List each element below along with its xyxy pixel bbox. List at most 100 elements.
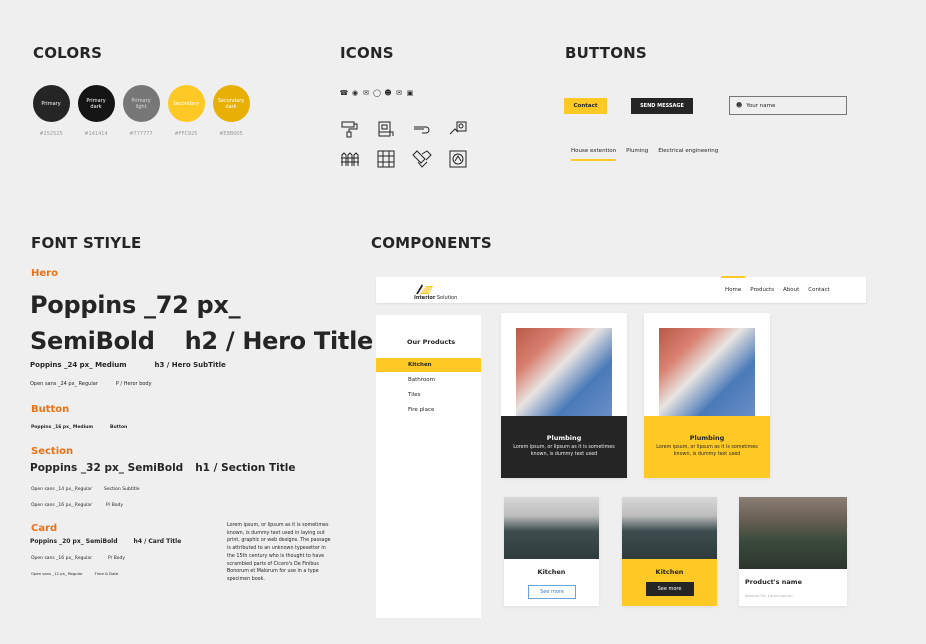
font-style-title: FONT STIYLE — [31, 234, 142, 252]
sidebar-item-label: Kitchen — [408, 362, 432, 368]
section-body-tag: P/ Body — [106, 503, 124, 508]
hero-sub-tag: h3 / Hero SubTitle — [154, 361, 226, 369]
name-input[interactable]: ☻ Your name — [729, 96, 847, 115]
section-sub-spec: Open sans _14 px_ Regular — [31, 487, 93, 492]
hero-body-row: Open sans _24 px_ Regular P / Heror body — [30, 381, 152, 387]
nav-menu: Home Products About Contact — [725, 287, 830, 293]
tab-active-indicator — [571, 159, 616, 161]
nav-products[interactable]: Products — [750, 287, 774, 293]
card-body-row: Open sans _16 px_ Regular P/ Body — [31, 556, 125, 561]
tab-label: House extention — [571, 148, 617, 154]
hero-sub-spec: Poppins _24 px_ Medium — [30, 361, 127, 369]
card-small-spec: Open sans _12 px_ Regular — [31, 571, 83, 576]
sidebar-item-fire-place[interactable]: Fire place — [408, 407, 434, 413]
product-image — [739, 497, 847, 569]
plumbing-image — [516, 328, 612, 416]
button-style-label: Button — [31, 404, 70, 415]
user-icon: ☻ — [736, 102, 743, 109]
section-style-row: Poppins _32 px_ SemiBold h1 / Section Ti… — [30, 462, 296, 474]
product-meta: Aenean.Sit. Lorem.ipsum — [745, 593, 793, 598]
card-style-label: Card — [31, 523, 58, 534]
logo-text: Interior Solution — [414, 295, 457, 301]
icons-title: ICONS — [340, 44, 394, 62]
nav-home[interactable]: Home — [725, 287, 741, 293]
swatch-label-2: dark — [225, 103, 237, 110]
card-text: Lorem ipsum, or lipsum as it is sometime… — [656, 445, 758, 457]
kitchen-card-white[interactable]: Kitchen See more — [504, 497, 599, 606]
swatch-primary-dark: Primary dark #141414 — [76, 85, 116, 137]
card-small-tag: Time & Date — [94, 571, 119, 576]
nav-contact[interactable]: Contact — [808, 287, 829, 293]
user-icon: ☻ — [384, 89, 392, 97]
card-body-tag: P/ Body — [108, 556, 126, 561]
see-more-button[interactable]: See more — [645, 582, 694, 596]
tabs-row: House extention Pluming Electrical engin… — [571, 148, 718, 161]
card-footer: Kitchen See more — [622, 559, 717, 606]
lorem-paragraph: Lorem ipsum, or lipsum as it is sometime… — [227, 523, 331, 582]
card-style-tag: h4 / Card Title — [133, 538, 182, 545]
card-title: Kitchen — [655, 568, 684, 576]
swatch-primary: Primary #252525 — [31, 85, 71, 137]
section-subtitle-row: Open sans _14 px_ Regular Section Subtit… — [31, 487, 140, 492]
hero-label: Hero — [31, 268, 58, 279]
swatch-hex: #E8B005 — [219, 131, 243, 137]
tiles-icon — [377, 150, 395, 168]
card-style-row: Poppins _20 px_ SemiBold h4 / Card Title — [30, 538, 181, 545]
section-sub-tag: Section Subtitle — [104, 487, 140, 492]
button-style-spec: Poppins _16 px_ Medium — [31, 425, 94, 430]
kitchen-card-yellow[interactable]: Kitchen See more — [622, 497, 717, 606]
product-name: Product's name — [745, 578, 802, 586]
swatch-hex: #FFC925 — [174, 131, 198, 137]
products-sidebar: Our Products Kitchen Bathroom Tiles Fire… — [376, 315, 481, 618]
kitchen-image — [504, 497, 599, 559]
swatch-label-2: dark — [90, 103, 102, 110]
swatch-label: Primary — [41, 100, 61, 107]
send-message-button[interactable]: SEND MESSAGE — [631, 98, 693, 114]
tab-pluming[interactable]: Pluming — [626, 148, 648, 161]
fireplace-icon — [449, 150, 467, 168]
swatch-circle: Secondary — [167, 85, 205, 122]
section-body-spec: Open sans _16 px_ Regular — [31, 503, 93, 508]
section-style-tag: h1 / Section Title — [195, 462, 296, 474]
swatch-label: Secondary — [172, 100, 200, 107]
swatch-circle: Primary dark — [77, 85, 115, 122]
hero-tag: h2 / Hero Title — [184, 327, 374, 355]
plumbing-card-dark[interactable]: Plumbing Lorem ipsum, or lipsum as it is… — [501, 313, 627, 478]
see-more-button[interactable]: See more — [528, 585, 576, 599]
paint-roller-icon — [341, 121, 358, 138]
card-footer: Plumbing Lorem ipsum, or lipsum as it is… — [501, 416, 627, 478]
location-icon: ◉ — [351, 89, 359, 97]
swatch-label-2: light — [135, 103, 147, 110]
swatch-hex: #141414 — [84, 131, 108, 137]
nav-about[interactable]: About — [783, 287, 799, 293]
colors-title: COLORS — [33, 44, 103, 62]
card-title: Plumbing — [546, 434, 582, 442]
plumbing-card-yellow[interactable]: Plumbing Lorem ipsum, or lipsum as it is… — [644, 313, 770, 478]
sidebar-item-bathroom[interactable]: Bathroom — [408, 377, 435, 383]
swatch-circle: Secondary dark — [212, 85, 250, 122]
tab-house-extention[interactable]: House extention — [571, 148, 616, 161]
card-text: Lorem ipsum, or lipsum as it is sometime… — [513, 445, 615, 457]
fence-icon — [341, 152, 359, 166]
swatch-hex: #252525 — [39, 131, 63, 137]
button-style-tag: Button — [110, 425, 128, 430]
sidebar-title: Our Products — [407, 338, 456, 346]
large-icons-grid — [340, 120, 484, 168]
sidebar-item-tiles[interactable]: Tiles — [408, 392, 421, 398]
swatch-circle: Primary light — [122, 85, 160, 122]
nav-active-indicator — [721, 276, 745, 278]
hero-line-2: SemiBold h2 / Hero Title — [30, 327, 373, 355]
kitchen-image — [622, 497, 717, 559]
swatch-secondary: Secondary #FFC925 — [166, 85, 206, 137]
sidebar-item-kitchen[interactable]: Kitchen — [376, 358, 481, 372]
whatsapp-icon: ◯ — [373, 89, 381, 97]
section-style-label: Section — [31, 446, 74, 457]
swatch-primary-light: Primary light #777777 — [121, 85, 161, 137]
card-body-spec: Open sans _16 px_ Regular — [31, 556, 93, 561]
product-card[interactable]: Product's name Aenean.Sit. Lorem.ipsum — [739, 497, 847, 606]
contact-button[interactable]: Contact — [564, 98, 607, 114]
plumbing-image — [659, 328, 755, 416]
tab-electrical-engineering[interactable]: Electrical engineering — [658, 148, 718, 161]
envelope-icon: ✉ — [396, 89, 402, 97]
phone-icon: ☎ — [339, 89, 349, 97]
